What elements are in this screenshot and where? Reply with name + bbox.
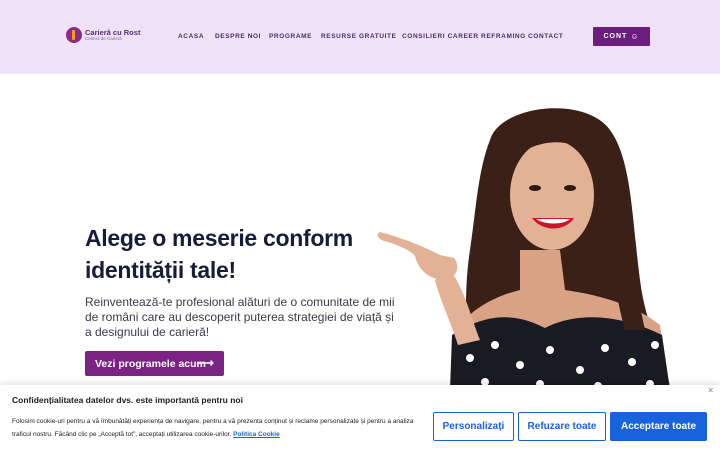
smile-icon: ☺ [630, 32, 640, 41]
accept-all-button[interactable]: Acceptare toate [610, 412, 707, 441]
hero-woman-image [377, 108, 670, 390]
logo-title: Carieră cu Rost [85, 27, 141, 37]
logo-mark-icon [66, 27, 82, 43]
hero-title-line1: Alege o meserie conform [85, 225, 353, 251]
hero-description: Reinventează-te profesional alături de o… [85, 295, 395, 339]
nav-item-acasa[interactable]: ACASA [178, 33, 204, 40]
hero-title-line2: identității tale! [85, 257, 236, 283]
cookie-title: Confidențialitatea datelor dvs. este imp… [12, 395, 243, 405]
close-icon[interactable]: ✕ [707, 386, 714, 395]
nav-item-resurse-gratuite[interactable]: RESURSE GRATUITE [321, 33, 397, 40]
cookie-banner: ✕ Confidențialitatea datelor dvs. este i… [0, 385, 720, 450]
logo-subtitle: Centrul de Carieră [85, 36, 122, 41]
arrow-right-icon: ⟶ [196, 356, 214, 370]
nav-item-programe[interactable]: PROGRAME [269, 33, 312, 40]
site-header: Carieră cu Rost Centrul de Carieră ACASA… [0, 0, 720, 74]
nav-item-despre-noi[interactable]: DESPRE NOI [215, 33, 261, 40]
cookie-description: Folosim cookie-uri pentru a vă îmbunătăț… [12, 418, 414, 438]
account-button-label: CONT [603, 33, 628, 40]
cookie-text: Folosim cookie-uri pentru a vă îmbunătăț… [12, 416, 430, 441]
nav-item-contact[interactable]: CONTACT [528, 33, 564, 40]
logo[interactable]: Carieră cu Rost Centrul de Carieră [66, 27, 140, 43]
view-programs-label: Vezi programele acum [95, 357, 206, 370]
account-button[interactable]: CONT ☺ [593, 27, 650, 46]
nav-item-consilieri[interactable]: CONSILIERI CAREER REFRAMING [402, 33, 526, 40]
customize-button[interactable]: Personalizați [433, 412, 514, 441]
view-programs-button[interactable]: Vezi programele acum ⟶ [85, 351, 224, 376]
cookie-policy-link[interactable]: Politica Cookie [233, 431, 280, 438]
hero-title: Alege o meserie conform identității tale… [85, 222, 385, 286]
reject-all-button[interactable]: Refuzare toate [518, 412, 606, 441]
